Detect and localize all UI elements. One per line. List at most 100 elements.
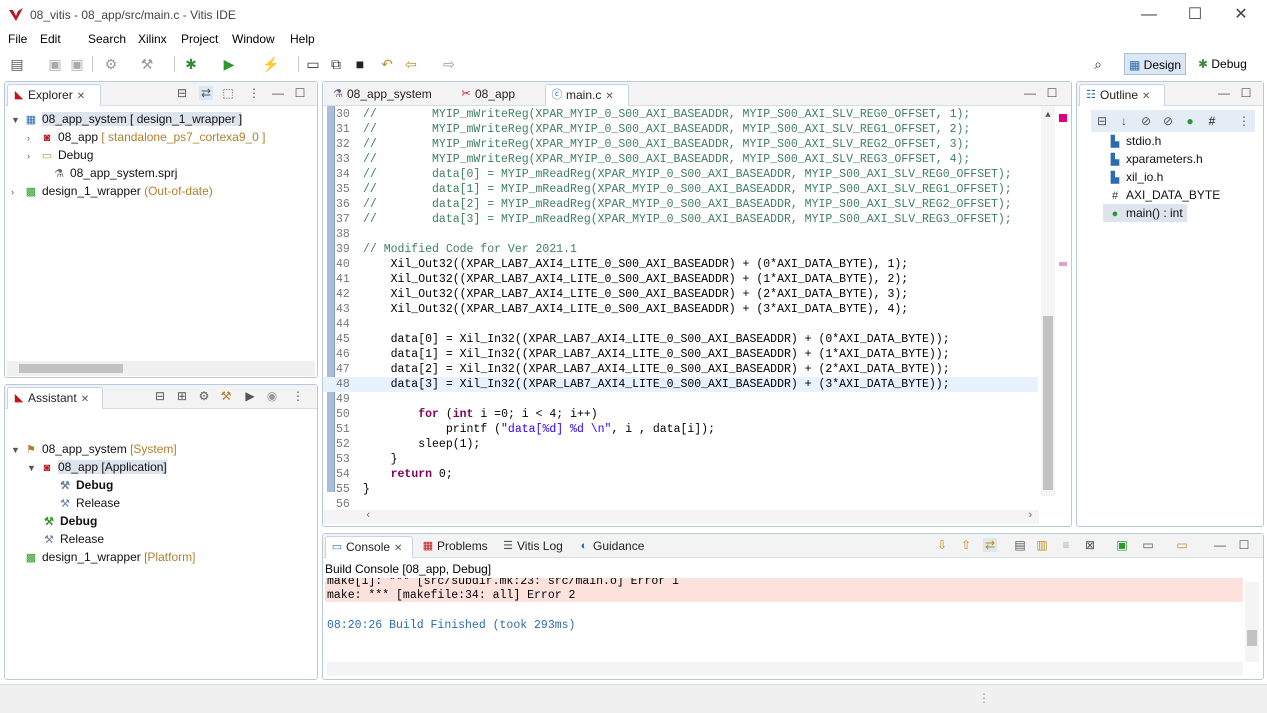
word-wrap-icon[interactable]: ≡	[1059, 538, 1073, 552]
menu-window[interactable]: Window	[232, 32, 275, 46]
view-menu-icon[interactable]: ⋮	[1237, 114, 1251, 128]
tab-outline[interactable]: ☷ Outline ✕	[1079, 84, 1165, 106]
tab-explorer[interactable]: ◣ Explorer ✕	[7, 84, 101, 106]
tree-item-system[interactable]: ▼ ▦ 08_app_system [ design_1_wrapper ]	[11, 110, 243, 128]
build-icon[interactable]: ⚒	[219, 389, 233, 403]
scroll-up-icon[interactable]: ▲	[1041, 110, 1055, 120]
debug-icon[interactable]: ✱	[182, 55, 200, 73]
close-button[interactable]: ✕	[1218, 0, 1264, 30]
terminal-icon[interactable]: ▭	[304, 55, 322, 73]
assistant-item-app-release[interactable]: ⚒ Release	[57, 494, 120, 512]
code-line[interactable]: 30 // MYIP_mWriteReg(XPAR_MYIP_0_S00_AXI_…	[323, 107, 1038, 122]
outline-item[interactable]: # AXI_DATA_BYTE	[1107, 186, 1220, 204]
code-line[interactable]: 36 // data[2] = MYIP_mReadReg(XPAR_MYIP_0…	[323, 197, 1038, 212]
overview-marker[interactable]	[1059, 262, 1067, 266]
clear-icon[interactable]: ⊠	[1083, 538, 1097, 552]
search-icon[interactable]: ⌕	[1089, 55, 1107, 73]
close-icon[interactable]: ✕	[605, 91, 613, 102]
code-line[interactable]: 52 sleep(1);	[323, 437, 1038, 452]
expand-icon[interactable]: ›	[11, 183, 23, 201]
tab-08-app-system[interactable]: ⚗ 08_app_system	[327, 84, 453, 106]
editor-hscrollbar[interactable]: ‹ ›	[323, 510, 1039, 524]
next-error-icon[interactable]: ⇩	[935, 538, 949, 552]
xsct-icon[interactable]: ⧉	[327, 55, 345, 73]
tab-vitis-log[interactable]: ☰ Vitis Log	[497, 536, 577, 558]
expand-icon[interactable]: ›	[27, 129, 39, 147]
minimize-icon[interactable]: —	[1023, 86, 1037, 100]
assistant-item-platform[interactable]: ▩ design_1_wrapper [Platform]	[23, 548, 196, 566]
console-hscrollbar[interactable]	[327, 662, 1243, 676]
code-line[interactable]: 32 // MYIP_mWriteReg(XPAR_MYIP_0_S00_AXI_…	[323, 137, 1038, 152]
close-icon[interactable]: ✕	[77, 91, 85, 102]
menu-file[interactable]: File	[8, 32, 27, 46]
tab-main-c[interactable]: ⓒ main.c ✕	[545, 84, 629, 106]
maximize-icon[interactable]: ☐	[293, 86, 307, 100]
scroll-left-icon[interactable]: ‹	[365, 510, 372, 522]
overview-error-marker[interactable]	[1059, 114, 1067, 122]
code-line[interactable]: 41 Xil_Out32((XPAR_LAB7_AXI4_LITE_0_S00_…	[323, 272, 1038, 287]
code-line[interactable]: 40 Xil_Out32((XPAR_LAB7_AXI4_LITE_0_S00_…	[323, 257, 1038, 272]
view-menu-icon[interactable]: ⋮	[291, 389, 305, 403]
outline-item-main[interactable]: ● main() : int	[1103, 204, 1187, 222]
expand-icon[interactable]: ▼	[11, 441, 23, 459]
code-line[interactable]: 39 // Modified Code for Ver 2021.1	[323, 242, 1038, 257]
save-all-icon[interactable]: ▣	[68, 55, 86, 73]
forward-icon[interactable]: ⇨	[440, 55, 458, 73]
display-console-icon[interactable]: ▣	[1115, 538, 1129, 552]
settings-icon[interactable]: ⚙	[197, 389, 211, 403]
tree-item-sprj[interactable]: ⚗ 08_app_system.sprj	[39, 164, 177, 182]
console-icon[interactable]: ■	[351, 55, 369, 73]
code-line[interactable]: 45 data[0] = Xil_In32((XPAR_LAB7_AXI4_LI…	[323, 332, 1038, 347]
link-icon[interactable]: ⇄	[983, 538, 997, 552]
minimize-icon[interactable]: —	[1217, 86, 1231, 100]
outline-item[interactable]: ▙ xparameters.h	[1107, 150, 1203, 168]
menu-help[interactable]: Help	[290, 32, 315, 46]
close-icon[interactable]: ✕	[1142, 91, 1150, 102]
code-line[interactable]: 51 printf ("data[%d] %d \n", i , data[i]…	[323, 422, 1038, 437]
hide-fields-icon[interactable]: ⊘	[1139, 114, 1153, 128]
outline-item[interactable]: ▙ xil_io.h	[1107, 168, 1164, 186]
run-icon[interactable]: ▶	[220, 55, 238, 73]
open-console-icon[interactable]: ▭	[1141, 538, 1155, 552]
back-icon[interactable]: ⇦	[402, 55, 420, 73]
code-line[interactable]: 35 // data[1] = MYIP_mReadReg(XPAR_MYIP_0…	[323, 182, 1038, 197]
expand-all-icon[interactable]: ⊞	[175, 389, 189, 403]
save-icon[interactable]: ▣	[46, 55, 64, 73]
manage-config-icon[interactable]: ⚙	[102, 55, 120, 73]
minimize-button[interactable]: —	[1126, 0, 1172, 30]
tree-item-app[interactable]: › ◙ 08_app [ standalone_ps7_cortexa9_0 ]	[27, 128, 266, 146]
filter-icon[interactable]: ⬚	[221, 86, 235, 100]
maximize-icon[interactable]: ☐	[1237, 538, 1251, 552]
menu-project[interactable]: Project	[181, 32, 218, 46]
code-line[interactable]: 55}	[323, 482, 1038, 497]
collapse-all-icon[interactable]: ⊟	[1095, 114, 1109, 128]
assistant-item-system[interactable]: ▼ ⚑ 08_app_system [System]	[11, 440, 177, 458]
new-console-icon[interactable]: ▭	[1175, 538, 1189, 552]
scroll-right-icon[interactable]: ›	[1027, 510, 1034, 522]
hide-static-icon[interactable]: ⊘	[1161, 114, 1175, 128]
lock-icon[interactable]: ▤	[1013, 538, 1027, 552]
assistant-item-app[interactable]: ▼ ◙ 08_app [Application]	[27, 458, 167, 476]
external-tools-icon[interactable]: ⚡	[262, 55, 280, 73]
tab-08-app[interactable]: ✂ 08_app	[455, 84, 547, 106]
last-edit-icon[interactable]: ↶	[378, 55, 396, 73]
code-line[interactable]: 50 for (int i =0; i < 4; i++)	[323, 407, 1038, 422]
code-line[interactable]: 49	[323, 392, 1038, 407]
editor-vscrollbar[interactable]: ▲	[1041, 106, 1055, 496]
tab-guidance[interactable]: ◐ Guidance	[573, 536, 657, 558]
expand-icon[interactable]: ▼	[27, 459, 39, 477]
debug-perspective-button[interactable]: ✱ Debug	[1194, 53, 1251, 75]
tree-item-debug-folder[interactable]: › ▭ Debug	[27, 146, 93, 164]
sort-icon[interactable]: ↓	[1117, 114, 1131, 128]
hide-macros-icon[interactable]: #	[1205, 114, 1219, 128]
assistant-item-app-debug[interactable]: ⚒ Debug	[57, 476, 113, 494]
assistant-item-system-debug[interactable]: ⚒ Debug	[41, 512, 97, 530]
collapse-all-icon[interactable]: ⊟	[153, 389, 167, 403]
code-line[interactable]: 33 // MYIP_mWriteReg(XPAR_MYIP_0_S00_AXI_…	[323, 152, 1038, 167]
maximize-icon[interactable]: ☐	[1045, 86, 1059, 100]
code-line[interactable]: 37 // data[3] = MYIP_mReadReg(XPAR_MYIP_0…	[323, 212, 1038, 227]
code-line[interactable]: 42 Xil_Out32((XPAR_LAB7_AXI4_LITE_0_S00_…	[323, 287, 1038, 302]
code-line[interactable]: 31 // MYIP_mWriteReg(XPAR_MYIP_0_S00_AXI_…	[323, 122, 1038, 137]
scroll-thumb[interactable]	[19, 364, 123, 373]
code-line[interactable]: 54 return 0;	[323, 467, 1038, 482]
